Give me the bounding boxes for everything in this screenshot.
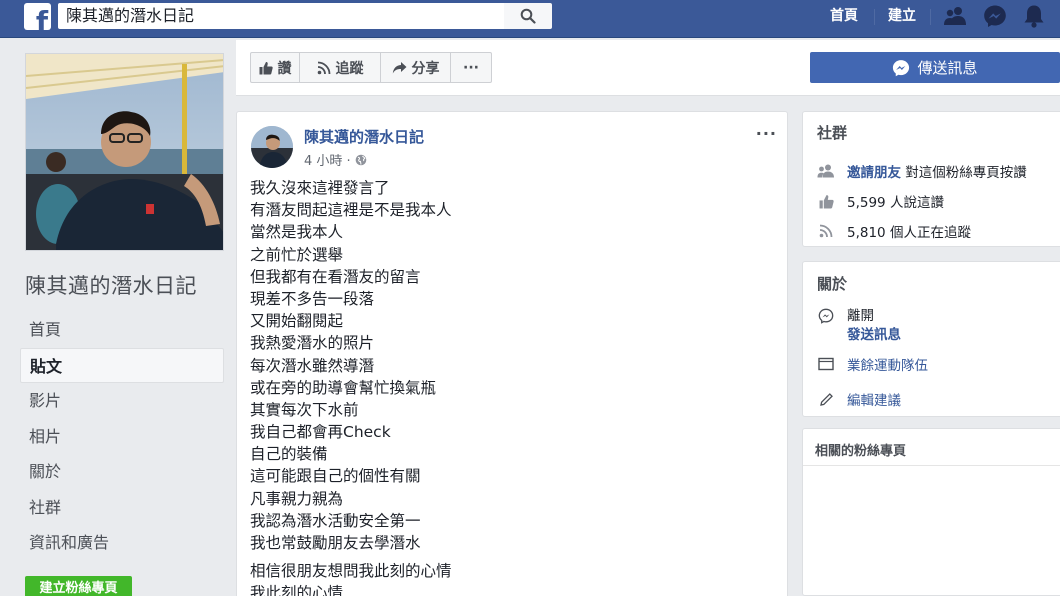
friends-icon[interactable] [943,4,967,28]
post-text-line: 當然是我本人 [250,223,344,242]
post-text-line: 現差不多告一段落 [250,289,375,308]
messenger-icon[interactable] [983,4,1007,28]
post-text-line: 我久沒來這裡發言了 [250,179,390,197]
like-button[interactable]: 讚 [250,52,300,83]
sidebar-item-photos[interactable]: 相片 [20,419,224,455]
post-text-line: 有潛友問起這裡是不是我本人 [250,201,452,220]
post-text-line: 其實每次下水前 [250,400,359,419]
post-options-button[interactable]: ··· [756,124,777,143]
post-text-line: 相信很朋友想問我此刻的心情 [250,562,452,581]
post-timestamp[interactable]: 4 小時 · [304,150,367,169]
related-pages-card: 相關的粉絲專頁 [802,428,1060,596]
share-button[interactable]: 分享 [380,52,451,83]
nav-create-link[interactable]: 建立 [888,7,916,25]
invite-friends-link[interactable]: 邀請朋友 [847,165,901,181]
messenger-status-text: 離開 [847,308,874,324]
thumbs-up-icon [259,61,273,74]
invite-friends-icon [817,162,835,180]
page-profile-photo[interactable] [25,53,224,251]
edit-suggestions-link[interactable]: 編輯建議 [847,389,901,409]
post-text-line: 每次潛水雖然導潛 [250,356,375,375]
search-icon [520,8,536,24]
top-navigation-bar: f 陳其邁的潛水日記 首頁 建立 [0,0,1060,38]
post-text-line: 凡事親力親為 [250,489,344,508]
notifications-icon[interactable] [1022,4,1046,28]
sidebar-item-home[interactable]: 首頁 [20,312,224,348]
invite-friends-text: 對這個粉絲專頁按讚 [905,165,1027,181]
messenger-icon [893,59,910,76]
invite-friends-row: 邀請朋友 對這個粉絲專頁按讚 [817,161,1027,181]
create-page-button[interactable]: 建立粉絲專頁 [25,576,132,596]
globe-icon [355,154,366,165]
category-row: 業餘運動隊伍 [817,354,928,374]
post-text-line: 這可能跟自己的個性有關 [250,467,421,486]
nav-home-link[interactable]: 首頁 [830,7,858,25]
post-text: 我久沒來這裡發言了 有潛友問起這裡是不是我本人 當然是我本人 之前忙於選舉 但我… [250,177,770,596]
send-message-link[interactable]: 發送訊息 [847,326,901,345]
send-message-button[interactable]: 傳送訊息 [810,52,1060,83]
likes-count-row: 5,599 人說這讚 [817,191,944,211]
rss-follow-icon [817,222,835,240]
post-text-line: 我自己都會再Check [250,423,391,442]
sidebar-item-community[interactable]: 社群 [20,490,224,526]
sidebar-item-about[interactable]: 關於 [20,454,224,490]
post-text-line: 又開始翻閱起 [250,312,344,331]
rss-follow-icon [317,61,330,74]
follows-count-text: 5,810 個人正在追蹤 [847,225,971,241]
post-author-link[interactable]: 陳其邁的潛水日記 [304,126,424,147]
sidebar-item-videos[interactable]: 影片 [20,383,224,419]
follow-button-label: 追蹤 [335,60,364,77]
post-author-avatar[interactable] [251,126,293,168]
post-text-line: 我也常鼓勵朋友去學潛水 [250,534,421,552]
search-button[interactable] [504,3,552,29]
facebook-logo-icon[interactable]: f [24,3,51,30]
search-input[interactable]: 陳其邁的潛水日記 [58,3,504,29]
messenger-status-row: 離開 發送訊息 [817,307,901,345]
pencil-icon [817,390,835,408]
post-text-line: 我熱愛潛水的照片 [250,334,375,353]
post-text-line: 我認為潛水活動安全第一 [250,511,421,530]
sidebar-item-posts[interactable]: 貼文 [20,347,224,383]
more-dots-icon: ··· [463,59,479,76]
category-icon [817,355,835,373]
sidebar-item-info-and-ads[interactable]: 資訊和廣告 [20,525,224,561]
follows-count-row: 5,810 個人正在追蹤 [817,221,971,241]
likes-count-text: 5,599 人說這讚 [847,195,944,211]
thumbs-up-icon [817,192,835,210]
nav-divider [930,9,931,25]
nav-divider [874,9,875,25]
page-title: 陳其邁的潛水日記 [25,274,197,298]
edit-suggestions-row: 編輯建議 [817,389,901,409]
about-card: 關於 離開 發送訊息 業餘運動隊伍 編輯建議 [802,261,1060,417]
send-message-label: 傳送訊息 [917,59,978,77]
category-link[interactable]: 業餘運動隊伍 [847,354,928,374]
page-sidebar-nav: 首頁 貼文 影片 相片 關於 社群 資訊和廣告 [20,312,224,561]
more-actions-button[interactable]: ··· [450,52,492,83]
post-card: 陳其邁的潛水日記 4 小時 · ··· 我久沒來這裡發言了 有潛友問起這裡是不是… [236,111,788,596]
community-title[interactable]: 社群 [817,122,847,143]
like-button-label: 讚 [277,60,292,77]
share-arrow-icon [392,61,406,73]
messenger-outline-icon [817,307,835,325]
card-divider [803,465,1060,466]
post-text-line: 之前忙於選舉 [250,245,344,264]
post-time-text: 4 小時 · [304,154,351,169]
about-title[interactable]: 關於 [817,273,847,294]
post-text-line: 或在旁的助導會幫忙換氣瓶 [250,378,437,397]
share-button-label: 分享 [411,60,440,77]
related-pages-title: 相關的粉絲專頁 [815,444,907,459]
follow-button[interactable]: 追蹤 [299,52,381,83]
community-card: 社群 邀請朋友 對這個粉絲專頁按讚 5,599 人說這讚 5,810 個人正在追… [802,111,1060,247]
post-text-line: 我此刻的心情 [250,584,344,596]
post-text-line: 自己的裝備 [250,445,328,464]
post-text-line: 但我都有在看潛友的留言 [250,267,421,286]
